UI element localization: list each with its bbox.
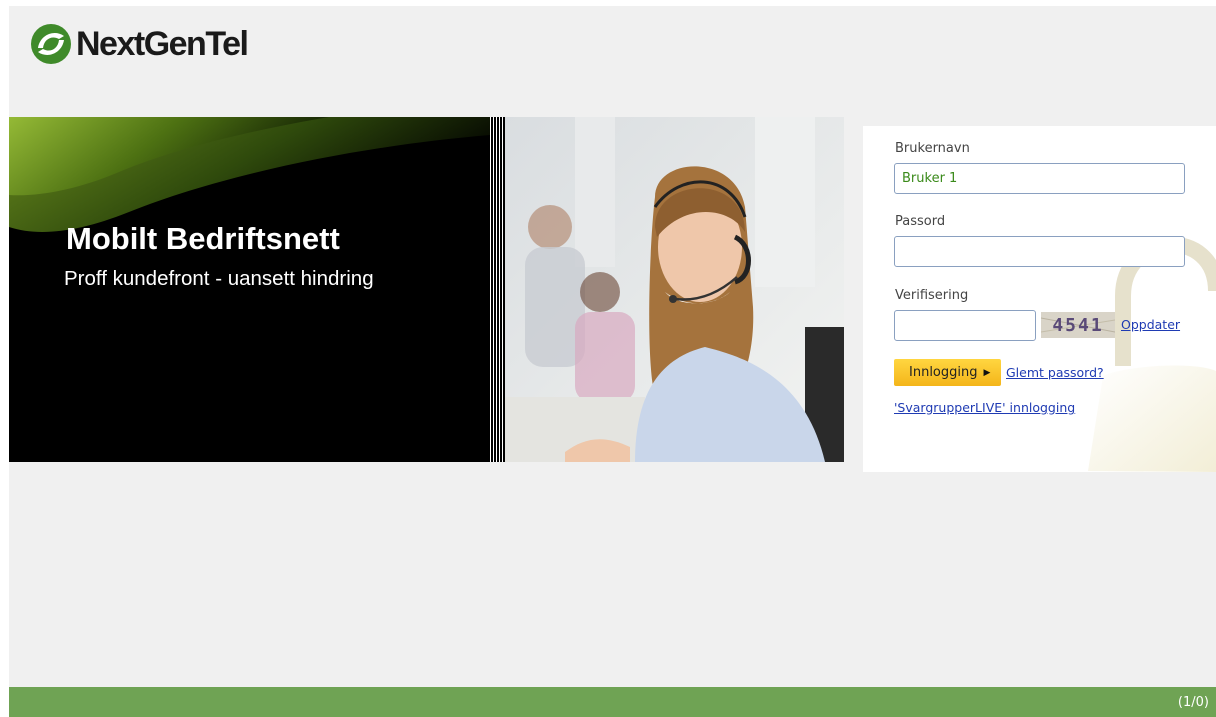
- svargrupper-login-link[interactable]: 'SvargrupperLIVE' innlogging: [894, 400, 1075, 415]
- username-field[interactable]: [894, 163, 1185, 194]
- banner-title: Mobilt Bedriftsnett: [66, 221, 340, 256]
- login-panel: Brukernavn Passord Verifisering 4541 Opp…: [863, 126, 1216, 472]
- footer-bar: (1/0): [9, 687, 1216, 717]
- login-button[interactable]: Innlogging ▶: [894, 359, 1001, 386]
- username-label: Brukernavn: [895, 141, 970, 156]
- captcha-text: 4541: [1052, 315, 1103, 336]
- banner-text-panel: Mobilt Bedriftsnett Proff kundefront - u…: [9, 117, 490, 462]
- password-field[interactable]: [894, 236, 1185, 267]
- login-button-label: Innlogging: [909, 365, 978, 380]
- footer-counter: (1/0): [1177, 695, 1209, 710]
- logo-text: NextGenTel: [76, 24, 249, 63]
- nextgentel-swirl-icon: [31, 24, 71, 64]
- password-label: Passord: [895, 214, 946, 229]
- verification-label: Verifisering: [895, 288, 969, 303]
- banner-subtitle: Proff kundefront - uansett hindring: [64, 267, 374, 290]
- verification-field[interactable]: [894, 310, 1036, 341]
- customer-service-headset-photo: [505, 117, 844, 462]
- promo-banner[interactable]: Mobilt Bedriftsnett Proff kundefront - u…: [9, 117, 844, 462]
- play-arrow-icon: ▶: [983, 367, 991, 378]
- refresh-captcha-link[interactable]: Oppdater: [1121, 317, 1180, 332]
- captcha-image: 4541: [1041, 312, 1115, 338]
- page-background: NextGenTel Mobilt Bedriftsnett Proff kun…: [9, 6, 1216, 717]
- forgot-password-link[interactable]: Glemt passord?: [1006, 365, 1104, 380]
- logo: NextGenTel: [30, 23, 249, 65]
- banner-divider-stripes: [490, 117, 505, 462]
